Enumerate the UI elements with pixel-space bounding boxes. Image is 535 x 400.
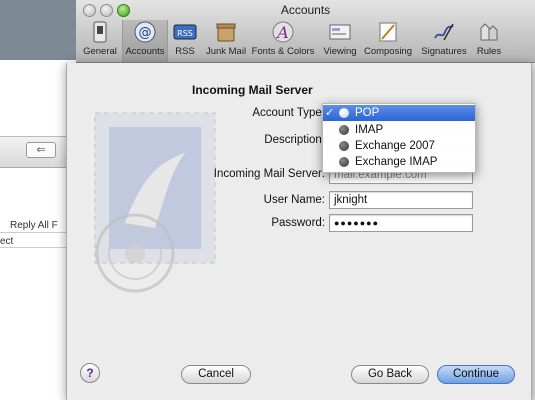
account-type-label: Account Type: [252,107,325,119]
composing-icon [379,22,397,42]
window-title: Accounts [280,3,331,17]
toolbar-viewing[interactable]: Viewing [320,20,360,62]
rules-icon [480,23,498,41]
menu-item-label: IMAP [355,124,384,136]
incoming-mail-server-sheet: Incoming Mail Server Account Type: Descr… [66,63,532,400]
toolbar-signatures[interactable]: Signatures [416,20,472,62]
globe-icon [339,141,349,151]
sheet-heading: Incoming Mail Server [192,83,313,97]
toolbar-accounts[interactable]: @ Accounts [122,20,168,62]
subject-fragment: ect [0,236,14,247]
toolbar-label: Accounts [125,46,165,57]
menu-item-exchange-2007[interactable]: Exchange 2007 [323,138,475,154]
junk-mail-icon [216,23,236,42]
user-name-label: User Name: [263,194,325,206]
toolbar-label: Rules [476,46,502,57]
signatures-icon [434,23,454,41]
toolbar-label: General [83,46,117,57]
toolbar-label: Junk Mail [205,46,247,57]
fonts-colors-icon: A [272,21,294,43]
rss-icon: RSS [173,24,197,40]
password-field[interactable]: ●●●●●●● [329,214,473,232]
menu-item-label: Exchange IMAP [355,156,438,168]
toolbar-rules[interactable]: Rules [474,20,504,62]
toolbar-label: Fonts & Colors [251,46,315,57]
checkmark-icon: ✓ [325,107,335,119]
menu-item-imap[interactable]: IMAP [323,122,475,138]
svg-text:@: @ [139,26,152,41]
toolbar-label: Viewing [323,46,357,57]
globe-icon [339,157,349,167]
toolbar-composing[interactable]: Composing [362,20,414,62]
toolbar-rss[interactable]: RSS RSS [168,20,202,62]
toolbar-junk-mail[interactable]: Junk Mail [204,20,248,62]
toolbar-general[interactable]: General [80,20,120,62]
description-label: Description: [264,134,325,146]
toolbar-label: Signatures [421,46,467,57]
at-sign-icon: @ [134,21,156,43]
continue-button[interactable]: Continue [437,365,515,384]
account-type-menu: ✓ POP IMAP Exchange 2007 Exchange IMAP [322,103,476,173]
toolbar-fonts-colors[interactable]: A Fonts & Colors [250,20,316,62]
svg-text:A: A [275,23,289,42]
svg-text:RSS: RSS [177,29,193,38]
help-button[interactable]: ? [80,363,100,383]
reply-all-label: Reply All F [10,220,58,231]
globe-icon [339,125,349,135]
toolbar-label: Composing [363,46,413,57]
menu-item-label: Exchange 2007 [355,140,435,152]
menu-item-exchange-imap[interactable]: Exchange IMAP [323,154,475,170]
password-label: Password: [271,217,325,229]
incoming-server-label: Incoming Mail Server: [213,168,325,180]
menu-item-pop[interactable]: ✓ POP [323,105,475,121]
cancel-button[interactable]: Cancel [181,365,251,384]
reply-arrow-icon: ⇐ [26,142,56,158]
toolbar-label: RSS [175,46,195,57]
globe-icon [339,108,349,118]
viewing-icon [329,24,351,40]
user-name-field[interactable]: jknight [329,191,473,209]
menu-item-label: POP [355,107,380,119]
title-bar: Accounts General @ Accounts RSS RSS Junk… [76,0,535,63]
go-back-button[interactable]: Go Back [351,365,429,384]
switch-icon [93,21,107,43]
